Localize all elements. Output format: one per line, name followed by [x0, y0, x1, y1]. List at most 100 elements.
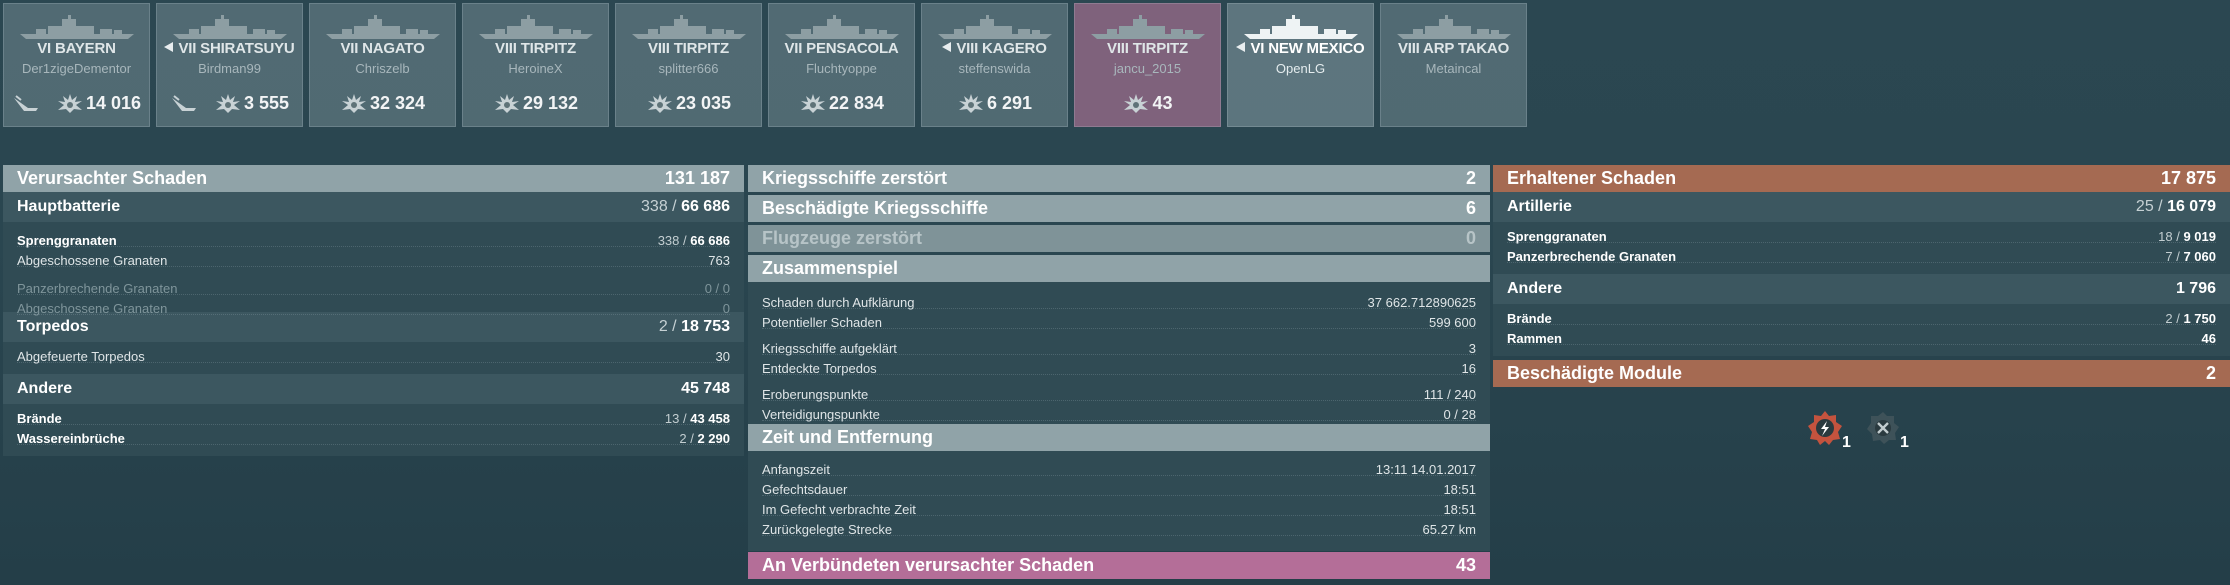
torps-spotted-row: Entdeckte Torpedos 16: [748, 358, 1490, 378]
ship-tier-name: VII NAGATO: [340, 40, 425, 57]
ship-stats: 23 035: [616, 92, 761, 118]
ship-card[interactable]: VII PENSACOLA Fluchtyoppe 22 834: [768, 3, 915, 127]
ship-tier-name: VIII TIRPITZ: [648, 40, 729, 57]
in-battle-row: Im Gefecht verbrachte Zeit 18:51: [748, 499, 1490, 519]
damage-value: 29 132: [522, 92, 579, 113]
ship-tier-name: VIII TIRPITZ: [1107, 40, 1188, 57]
ship-name: VI BAYERN: [4, 40, 149, 57]
burst-damage-icon: [800, 94, 825, 113]
ship-silhouette-icon: [785, 15, 899, 39]
ship-stats: 29 132: [463, 92, 608, 118]
damaged-modules-header: Beschädigte Module 2: [1493, 360, 2230, 387]
duration-row: Gefechtsdauer 18:51: [748, 479, 1490, 499]
burst-damage-icon: [215, 94, 240, 113]
time-distance-header: Zeit und Entfernung: [748, 424, 1490, 451]
burst-damage-icon: [958, 94, 983, 113]
floods-row: Wassereinbrüche 2 / 2 290: [3, 428, 744, 448]
ship-name: VIII TIRPITZ: [463, 40, 608, 57]
damage-received-header: Erhaltener Schaden 17 875: [1493, 165, 2230, 192]
ship-name: VII PENSACOLA: [769, 40, 914, 57]
ship-name: VIII TIRPITZ: [1075, 40, 1220, 57]
player-name: Fluchtyoppe: [806, 61, 877, 76]
steering-module[interactable]: 1: [1863, 408, 1923, 451]
main-battery-label: Hauptbatterie: [17, 198, 121, 215]
ship-name: VIII TIRPITZ: [616, 40, 761, 57]
ship-stats: 6 291: [922, 92, 1067, 118]
received-other-rows: Brände 2 / 1 750 Rammen 46: [1493, 304, 2230, 356]
burst-damage-icon: [494, 94, 519, 113]
burst-damage-icon: [57, 94, 82, 113]
ship-tier-name: VIII ARP TAKAO: [1397, 40, 1510, 57]
main-battery-header: Hauptbatterie 338 / 66 686: [3, 192, 744, 222]
engine-module[interactable]: 1: [1805, 408, 1865, 451]
ap-fired-row: Abgeschossene Granaten 0: [3, 298, 744, 318]
artillery-header: Artillerie 25 / 16 079: [1493, 192, 2230, 222]
ship-name: VI NEW MEXICO: [1228, 40, 1373, 57]
damage-dealt-title: Verursachter Schaden: [17, 168, 208, 188]
ship-silhouette-icon: [479, 15, 593, 39]
burst-damage-icon: [341, 94, 366, 113]
damage-value: 43: [1152, 92, 1173, 113]
damage-value: 14 016: [85, 92, 142, 113]
battle-summary-panel: Kriegsschiffe zerstört 2 Beschädigte Krie…: [748, 165, 1490, 579]
capture-points-row: Eroberungspunkte 111 / 240: [748, 384, 1490, 404]
player-name: jancu_2015: [1113, 61, 1182, 76]
torpedo-rows: Abgefeuerte Torpedos 30: [3, 342, 744, 374]
ramming-row: Rammen 46: [1493, 328, 2230, 348]
damage-dealt-header: Verursachter Schaden 131 187: [3, 165, 744, 192]
ship-card[interactable]: VII NAGATO Chriszelb 32 324: [309, 3, 456, 127]
ship-silhouette-icon: [20, 15, 134, 39]
damage-dealt-total: 131 187: [664, 168, 730, 188]
steering-damaged-icon: [1867, 412, 1899, 444]
player-name: Birdman99: [198, 61, 261, 76]
ship-card[interactable]: VI NEW MEXICO OpenLG: [1227, 3, 1374, 127]
ship-silhouette-icon: [632, 15, 746, 39]
distance-row: Zurückgelegte Strecke 65.27 km: [748, 519, 1490, 539]
burst-damage-icon: [647, 94, 672, 113]
defense-points-row: Verteidigungspunkte 0 / 28: [748, 404, 1490, 424]
player-name: splitter666: [658, 61, 719, 76]
ship-card[interactable]: VIII TIRPITZ HeroineX 29 132: [462, 3, 609, 127]
player-name: Chriszelb: [355, 61, 410, 76]
ship-card[interactable]: VII SHIRATSUYU Birdman99 3 555: [156, 3, 303, 127]
player-name: Metaincal: [1425, 61, 1482, 76]
ship-stats: 22 834: [769, 92, 914, 118]
ship-name: VII SHIRATSUYU: [157, 40, 302, 57]
damage-value: 3 555: [243, 92, 290, 113]
ship-stats: 32 324: [310, 92, 455, 118]
damage-value: 22 834: [828, 92, 885, 113]
received-he-row: Sprenggranaten 18 / 9 019: [1493, 226, 2230, 246]
received-other-header: Andere 1 796: [1493, 274, 2230, 304]
ship-card[interactable]: VIII TIRPITZ splitter666 23 035: [615, 3, 762, 127]
planes-destroyed-bar: Flugzeuge zerstört 0: [748, 225, 1490, 252]
player-name: OpenLG: [1275, 61, 1326, 76]
ship-name: VII NAGATO: [310, 40, 455, 57]
engine-damaged-icon: [1808, 411, 1842, 445]
damage-value: 6 291: [986, 92, 1033, 113]
engine-count: 1: [1842, 434, 1851, 451]
ship-card[interactable]: VIII KAGERO steffenswida 6 291: [921, 3, 1068, 127]
ship-stats: 43: [1075, 92, 1220, 118]
other-damage-header: Andere 45 748: [3, 374, 744, 404]
ship-tier-name: VI BAYERN: [37, 40, 116, 57]
teamwork-rows: Schaden durch Aufklärung 37 662.712890625…: [748, 282, 1490, 424]
damage-value: 32 324: [369, 92, 426, 113]
teamwork-header: Zusammenspiel: [748, 255, 1490, 282]
plane-shotdown-icon: [171, 95, 196, 111]
main-battery-hits: 338 /: [641, 198, 677, 215]
ap-shells-row: Panzerbrechende Granaten 0 / 0: [3, 278, 744, 298]
spotting-damage-row: Schaden durch Aufklärung 37 662.712890625: [748, 292, 1490, 312]
main-battery-rows: Sprenggranaten 338 / 66 686 Abgeschossene…: [3, 222, 744, 316]
damage-value: 23 035: [675, 92, 732, 113]
fires-row: Brände 13 / 43 458: [3, 408, 744, 428]
ship-card[interactable]: VIII ARP TAKAO Metaincal: [1380, 3, 1527, 127]
ships-damaged-bar: Beschädigte Kriegsschiffe 6: [748, 195, 1490, 222]
ship-silhouette-icon: [1397, 15, 1511, 39]
ship-stats: 14 016: [4, 92, 149, 118]
ship-card[interactable]: VI BAYERN Der1zigeDementor 14 016: [3, 3, 150, 127]
time-rows: Anfangszeit 13:11 14.01.2017 Gefechtsdaue…: [748, 451, 1490, 551]
ship-tier-name: VIII KAGERO: [956, 40, 1047, 57]
ship-silhouette-icon: [326, 15, 440, 39]
burst-damage-icon: [1124, 94, 1149, 113]
ship-card[interactable]: VIII TIRPITZ jancu_2015 43: [1074, 3, 1221, 127]
